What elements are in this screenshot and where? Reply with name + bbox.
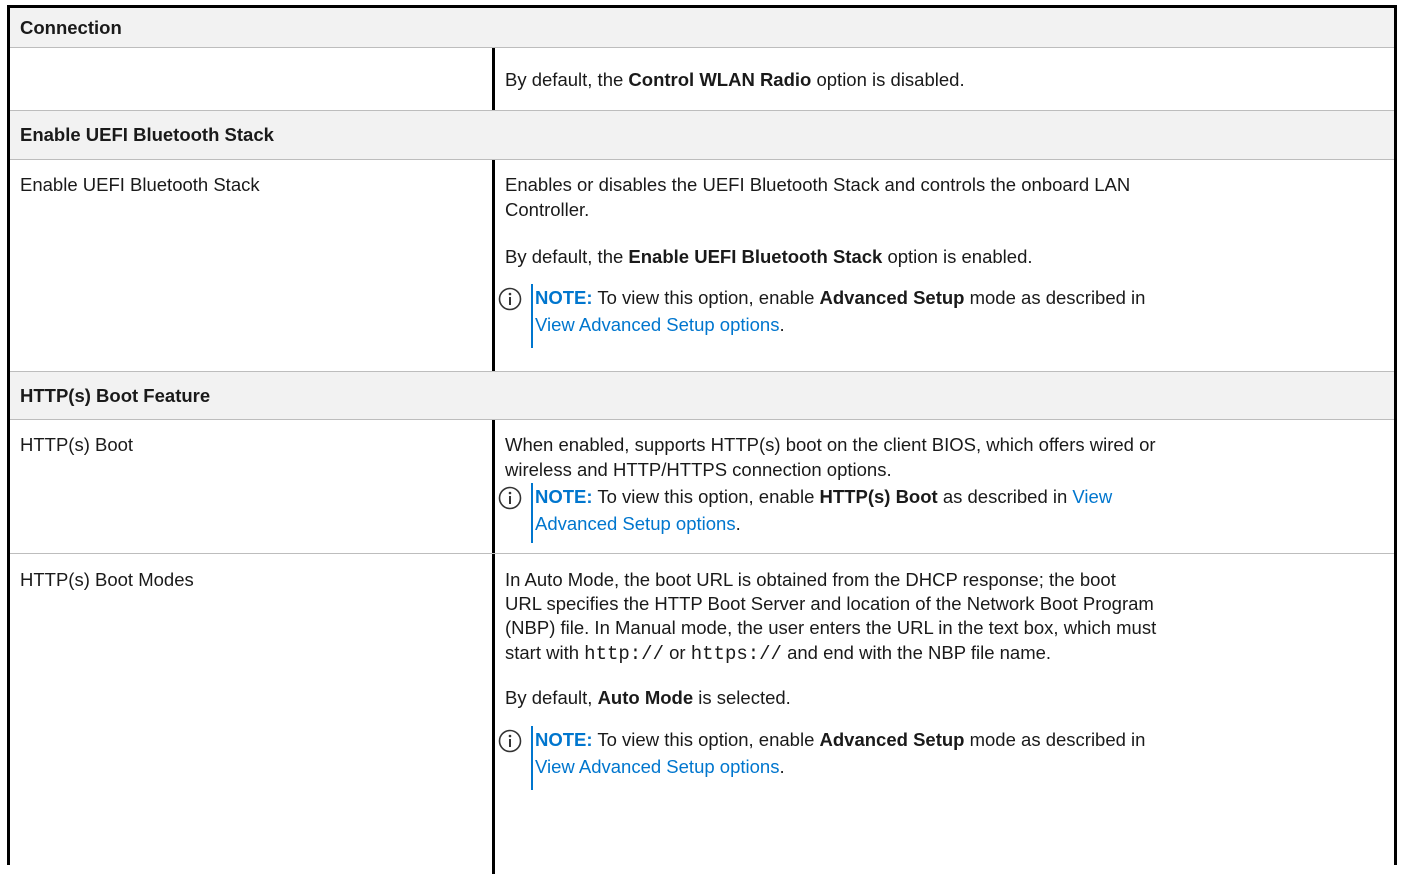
description-line: (NBP) file. In Manual mode, the user ent… [505, 617, 1157, 638]
section-header-connection: Connection [10, 8, 1394, 48]
info-circle-icon [498, 729, 522, 753]
info-circle-icon [498, 287, 522, 311]
note-bar [531, 483, 533, 543]
note-block: NOTE: To view this option, enable Advanc… [498, 726, 1380, 796]
info-circle-icon [498, 486, 522, 510]
table-row-wlan: By default, the Control WLAN Radio optio… [10, 48, 1394, 111]
view-link[interactable]: View [1072, 486, 1112, 507]
option-name: HTTP(s) Boot [20, 434, 134, 455]
note-text: NOTE: To view this option, enable HTTP(s… [535, 486, 1113, 534]
option-description-cell: When enabled, supports HTTP(s) boot on t… [492, 420, 1394, 553]
description-line: URL specifies the HTTP Boot Server and l… [505, 593, 1154, 614]
code-http: http:// [584, 643, 664, 665]
option-description-cell: By default, the Control WLAN Radio optio… [492, 48, 1394, 110]
advanced-setup-link[interactable]: View Advanced Setup options [535, 756, 779, 777]
option-name-cell: HTTP(s) Boot [10, 420, 492, 553]
section-header-http: HTTP(s) Boot Feature [10, 372, 1394, 420]
option-description-cell: In Auto Mode, the boot URL is obtained f… [492, 554, 1394, 874]
note-block: NOTE: To view this option, enable HTTP(s… [498, 483, 1380, 547]
table-row-http-boot: HTTP(s) Boot When enabled, supports HTTP… [10, 420, 1394, 554]
option-name: HTTP(s) Boot Modes [20, 569, 194, 590]
option-name: Enable UEFI Bluetooth Stack [20, 174, 260, 195]
section-title: Enable UEFI Bluetooth Stack [20, 123, 274, 145]
table-row-http-boot-modes: HTTP(s) Boot Modes In Auto Mode, the boo… [10, 554, 1394, 874]
note-bar [531, 284, 533, 348]
section-header-bluetooth: Enable UEFI Bluetooth Stack [10, 111, 1394, 160]
option-description-cell: Enables or disables the UEFI Bluetooth S… [492, 160, 1394, 371]
default-paragraph: By default, the Enable UEFI Bluetooth St… [505, 246, 1033, 267]
description-paragraph: By default, the Control WLAN Radio optio… [505, 69, 965, 90]
bios-options-table: Connection By default, the Control WLAN … [7, 5, 1397, 874]
section-title: Connection [20, 16, 122, 38]
note-text: NOTE: To view this option, enable Advanc… [535, 287, 1146, 335]
note-bar [531, 726, 533, 790]
advanced-setup-link[interactable]: View Advanced Setup options [535, 314, 779, 335]
option-name-cell: Enable UEFI Bluetooth Stack [10, 160, 492, 371]
description-line: In Auto Mode, the boot URL is obtained f… [505, 569, 1116, 590]
description-line: When enabled, supports HTTP(s) boot on t… [505, 434, 1156, 455]
advanced-setup-link[interactable]: Advanced Setup options [535, 513, 736, 534]
note-text: NOTE: To view this option, enable Advanc… [535, 729, 1146, 777]
default-paragraph: By default, Auto Mode is selected. [505, 687, 791, 708]
code-https: https:// [690, 643, 782, 665]
description-line: Enables or disables the UEFI Bluetooth S… [505, 174, 1131, 195]
description-line: start with http:// or https:// and end w… [505, 642, 1052, 665]
section-title: HTTP(s) Boot Feature [20, 384, 211, 406]
option-name-cell: HTTP(s) Boot Modes [10, 554, 492, 874]
description-line: wireless and HTTP/HTTPS connection optio… [505, 459, 892, 480]
option-name-bold: Control WLAN Radio [628, 69, 812, 90]
note-block: NOTE: To view this option, enable Advanc… [498, 284, 1380, 354]
option-name-cell [10, 48, 492, 110]
table-row-bluetooth: Enable UEFI Bluetooth Stack Enables or d… [10, 160, 1394, 372]
description-line: Controller. [505, 199, 590, 220]
